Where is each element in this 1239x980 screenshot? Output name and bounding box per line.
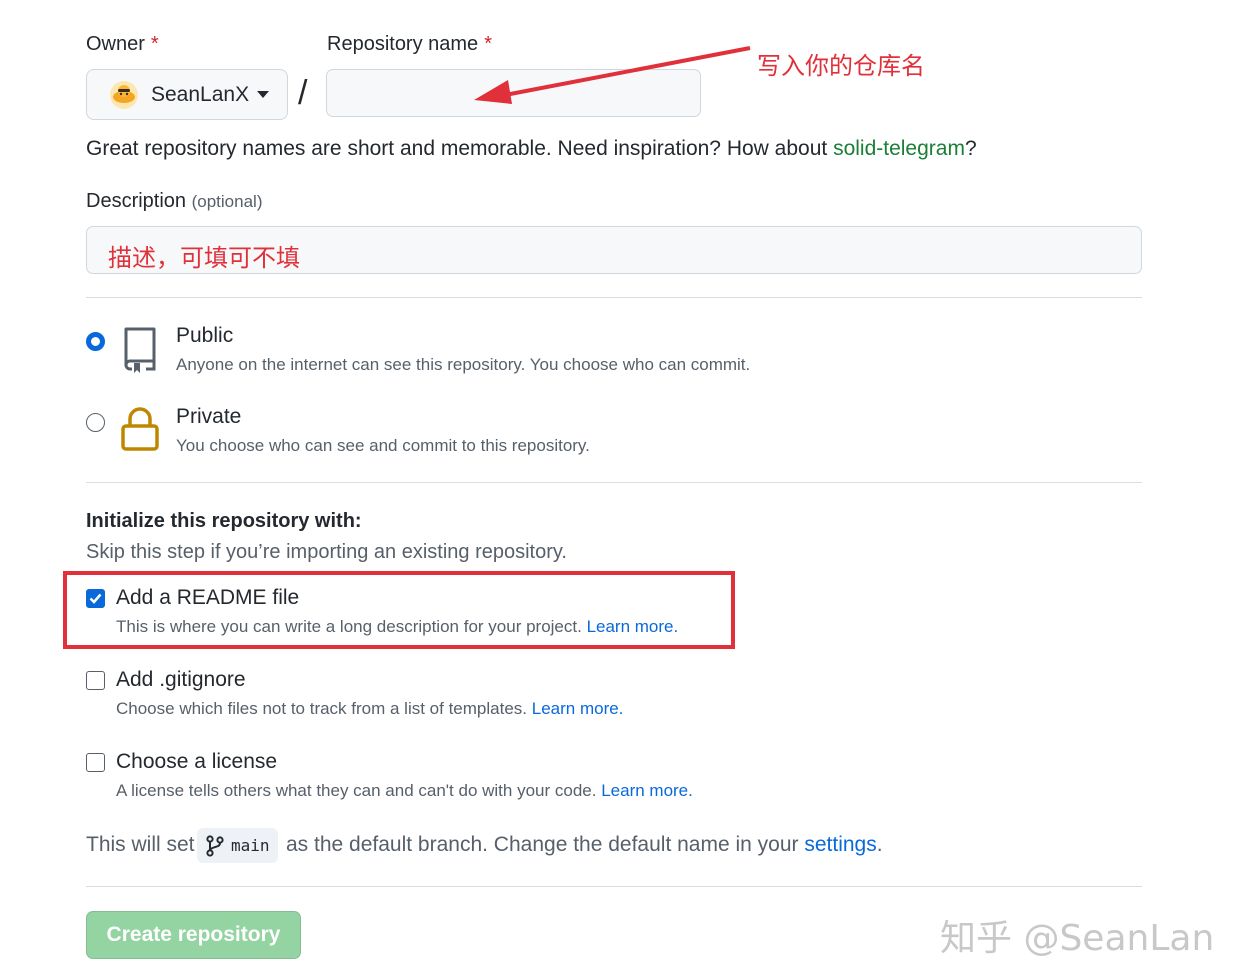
init-heading: Initialize this repository with: [86,510,362,532]
description-annotation: 描述，可填可不填 [108,244,300,272]
divider [86,482,1142,483]
watermark: 知乎 @SeanLan [940,918,1215,959]
lock-icon [121,407,159,451]
private-radio[interactable] [86,413,105,432]
settings-link[interactable]: settings [804,833,876,856]
divider [86,297,1142,298]
annotation-arrow-icon [474,46,751,104]
gitignore-checkbox[interactable] [86,671,105,690]
optional-tag: (optional) [191,192,263,211]
check-icon [89,593,102,604]
owner-username: SeanLanX [151,82,250,106]
public-title: Public [176,324,234,347]
public-description: Anyone on the internet can see this repo… [176,355,751,374]
chevron-down-icon [257,91,270,98]
private-title: Private [176,405,242,428]
avatar-icon [109,80,139,110]
repo-name-annotation: 写入你的仓库名 [757,52,925,80]
owner-dropdown-button[interactable]: SeanLanX [86,69,288,120]
branch-text-after: as the default branch. Change the defaul… [286,833,883,856]
public-radio[interactable] [86,332,105,351]
readme-description: This is where you can write a long descr… [116,617,679,636]
owner-label: Owner * [86,33,159,55]
branch-text-before: This will set [86,833,195,856]
license-learn-more-link[interactable]: Learn more. [601,781,693,800]
description-label: Description (optional) [86,190,263,212]
repo-name-hint: Great repository names are short and mem… [86,137,977,160]
repo-name-label: Repository name * [327,33,492,55]
license-title: Choose a license [116,750,278,773]
gitignore-title: Add .gitignore [116,668,246,691]
private-description: You choose who can see and commit to thi… [176,436,590,455]
owner-repo-separator: / [298,74,308,112]
init-subheading: Skip this step if you’re importing an ex… [86,541,567,563]
license-description: A license tells others what they can and… [116,781,693,800]
required-mark: * [150,33,159,55]
gitignore-description: Choose which files not to track from a l… [116,699,624,718]
readme-highlight-box [63,571,735,649]
branch-name: main [231,836,270,855]
license-checkbox[interactable] [86,753,105,772]
readme-checkbox[interactable] [86,589,105,608]
readme-learn-more-link[interactable]: Learn more. [587,617,679,636]
readme-title: Add a README file [116,586,300,609]
divider [86,886,1142,887]
branch-badge: main [197,828,278,863]
name-suggestion-link[interactable]: solid-telegram [833,137,965,160]
create-repository-button[interactable]: Create repository [86,911,301,959]
repo-book-icon [124,327,156,373]
gitignore-learn-more-link[interactable]: Learn more. [532,699,624,718]
git-branch-icon [206,834,224,857]
